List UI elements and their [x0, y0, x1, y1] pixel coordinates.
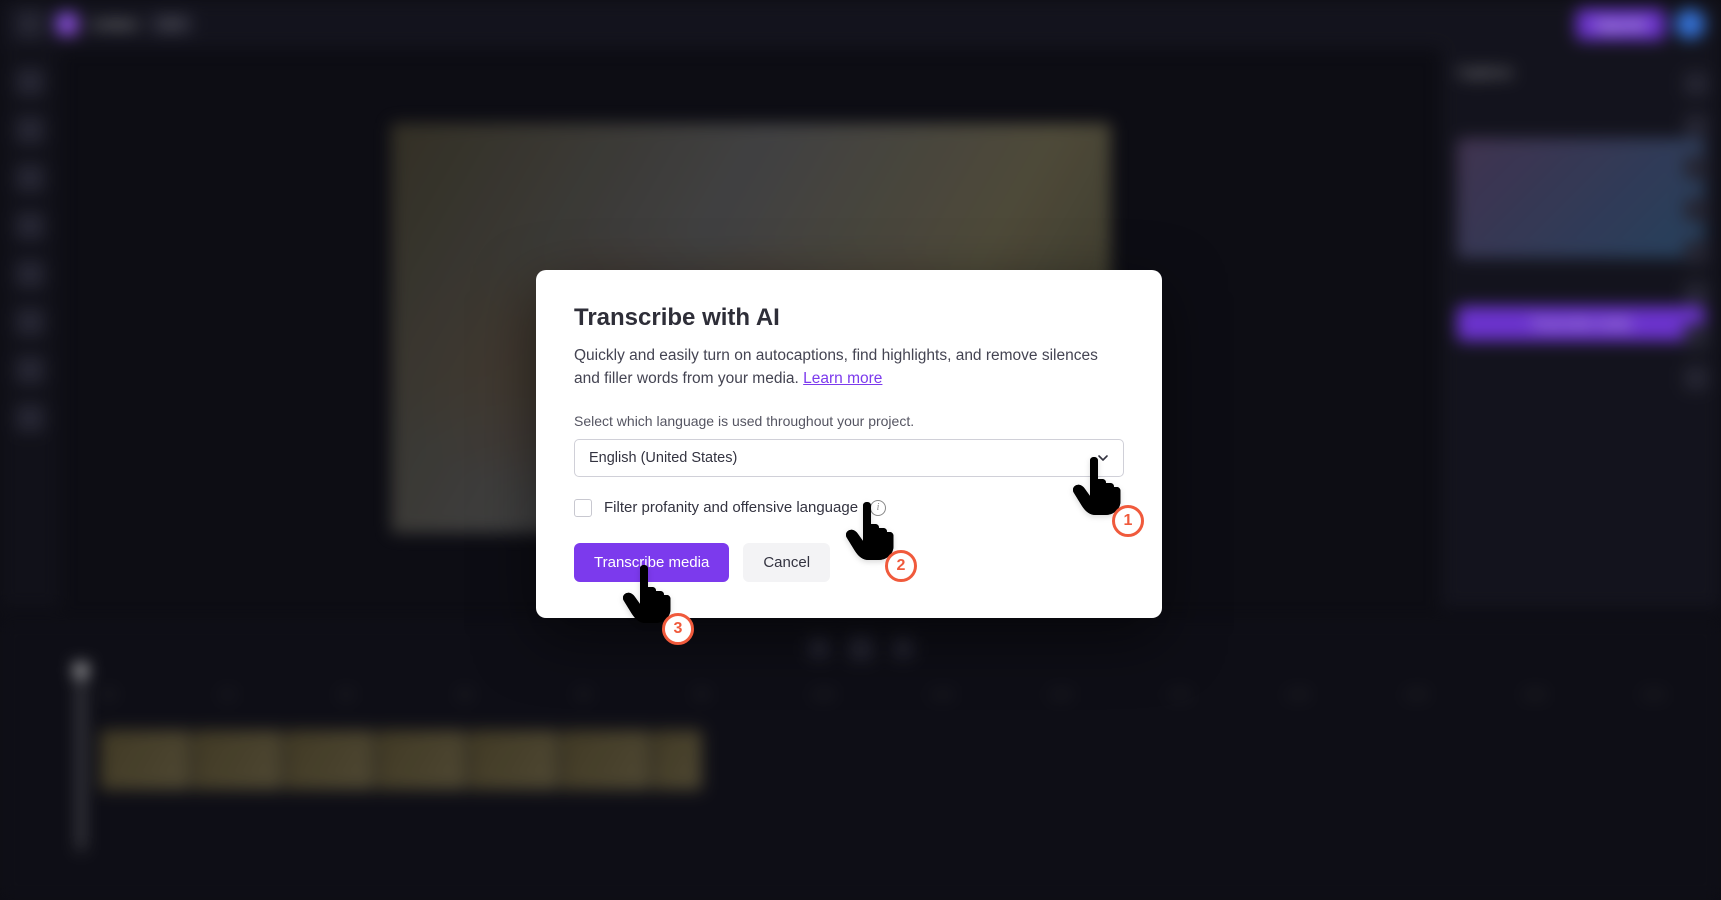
- timeline-track[interactable]: [100, 730, 1701, 800]
- ruler-tick: :30: [456, 689, 515, 701]
- right-icon-rail: [1671, 60, 1721, 402]
- project-name[interactable]: Untitled: [90, 16, 137, 32]
- avatar[interactable]: [1675, 9, 1705, 39]
- fade-icon[interactable]: [1684, 366, 1708, 390]
- transcribe-media-button[interactable]: Transcribe media: [574, 543, 729, 582]
- app-logo-icon: [56, 13, 78, 35]
- language-label: Select which language is used throughout…: [574, 413, 1124, 429]
- cancel-button[interactable]: Cancel: [743, 543, 830, 582]
- language-value: English (United States): [589, 450, 737, 466]
- skip-back-icon[interactable]: [809, 638, 829, 658]
- brand-icon[interactable]: [16, 404, 44, 432]
- library-icon[interactable]: [16, 356, 44, 384]
- learn-more-link[interactable]: Learn more: [803, 370, 882, 387]
- music-icon[interactable]: [16, 260, 44, 288]
- ruler-tick: 1:40: [1286, 689, 1345, 701]
- playhead[interactable]: [80, 670, 82, 850]
- menu-icon[interactable]: [16, 10, 44, 38]
- modal-title: Transcribe with AI: [574, 304, 1124, 332]
- clip-thumbnail[interactable]: [652, 730, 702, 790]
- template-icon[interactable]: [16, 164, 44, 192]
- filter-label: Filter profanity and offensive language: [604, 499, 858, 516]
- ruler-tick: :40: [575, 689, 634, 701]
- adjust-icon[interactable]: [1684, 156, 1708, 180]
- timeline-controls: [20, 636, 1701, 660]
- timeline[interactable]: :00 :10 :20 :30 :40 :50 1:00 1:10 1:20 1:30 1:40 1:…: [0, 620, 1721, 900]
- timeline-ruler[interactable]: :00 :10 :20 :30 :40 :50 1:00 1:10 1:20 1:30 1:40 1:…: [20, 680, 1701, 710]
- ruler-tick: 1:10: [930, 689, 989, 701]
- panel-tab[interactable]: Captions: [1457, 64, 1705, 80]
- play-icon[interactable]: [849, 636, 873, 660]
- transcribe-modal: Transcribe with AI Quickly and easily tu…: [536, 270, 1162, 618]
- panel-thumbnail: [1457, 138, 1705, 258]
- left-sidebar: [0, 48, 60, 608]
- panel-hint: [1457, 94, 1705, 124]
- topbar: Untitled 16:9 Upgrade: [0, 0, 1721, 48]
- color-icon[interactable]: [1684, 240, 1708, 264]
- ruler-tick: :10: [219, 689, 278, 701]
- clip-thumbnail[interactable]: [376, 730, 466, 790]
- filter-checkbox-row[interactable]: Filter profanity and offensive language …: [574, 499, 1124, 517]
- checkbox-icon[interactable]: [574, 499, 592, 517]
- modal-description: Quickly and easily turn on autocaptions,…: [574, 344, 1124, 391]
- speed-icon[interactable]: [1684, 198, 1708, 222]
- ruler-tick: :50: [693, 689, 752, 701]
- clip-thumbnail[interactable]: [468, 730, 558, 790]
- panel-subhint: [1457, 272, 1705, 292]
- clip-thumbnail[interactable]: [100, 730, 190, 790]
- skip-forward-icon[interactable]: [893, 638, 913, 658]
- ruler-tick: 1:30: [1168, 689, 1227, 701]
- record-icon[interactable]: [16, 116, 44, 144]
- upgrade-button[interactable]: Upgrade: [1576, 9, 1665, 40]
- captions-icon[interactable]: [1684, 72, 1708, 96]
- clip-thumbnail[interactable]: [192, 730, 282, 790]
- media-icon[interactable]: [16, 68, 44, 96]
- clip-thumbnail[interactable]: [284, 730, 374, 790]
- effect-icon[interactable]: [1684, 324, 1708, 348]
- ruler-tick: 1:50: [1405, 689, 1464, 701]
- ruler-tick: :00: [100, 689, 159, 701]
- info-icon[interactable]: i: [870, 500, 886, 516]
- audio-icon[interactable]: [1684, 114, 1708, 138]
- language-dropdown[interactable]: English (United States): [574, 439, 1124, 477]
- chevron-down-icon: [1097, 452, 1109, 464]
- text-icon[interactable]: [16, 212, 44, 240]
- ruler-tick: 1:00: [812, 689, 871, 701]
- ruler-tick: :20: [337, 689, 396, 701]
- transition-icon[interactable]: [16, 308, 44, 336]
- ruler-tick: 2:00: [1524, 689, 1583, 701]
- aspect-ratio-chip[interactable]: 16:9: [149, 14, 192, 34]
- filter-icon[interactable]: [1684, 282, 1708, 306]
- clip-thumbnail[interactable]: [560, 730, 650, 790]
- ruler-tick: 1:20: [1049, 689, 1108, 701]
- panel-transcribe-button[interactable]: Transcribe media: [1457, 306, 1705, 341]
- ruler-tick: 2:10: [1642, 689, 1701, 701]
